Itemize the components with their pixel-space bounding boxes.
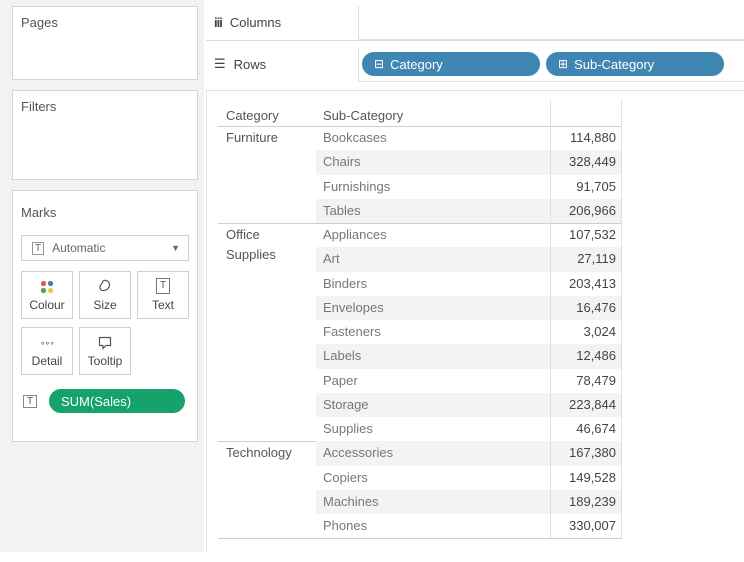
- sales-value-cell[interactable]: 114,880: [550, 130, 616, 145]
- sales-value-cell[interactable]: 78,479: [550, 373, 616, 388]
- mark-type-label: Automatic: [52, 241, 106, 255]
- mark-type-icon: T: [32, 241, 45, 255]
- sales-value-cell[interactable]: 3,024: [550, 324, 616, 339]
- detail-icon: ∘∘∘: [40, 338, 55, 348]
- collapse-icon: ⊟: [374, 57, 385, 71]
- sub-category-cell[interactable]: Labels: [323, 348, 361, 363]
- sales-value-cell[interactable]: 16,476: [550, 300, 616, 315]
- sales-value-cell[interactable]: 46,674: [550, 421, 616, 436]
- colour-icon: [40, 280, 54, 294]
- sub-category-cell[interactable]: Paper: [323, 373, 358, 388]
- size-label: Size: [93, 298, 117, 312]
- sub-category-cell[interactable]: Envelopes: [323, 300, 384, 315]
- size-button[interactable]: Size: [79, 271, 131, 319]
- sub-category-cell[interactable]: Copiers: [323, 470, 368, 485]
- table-bottom-line: [218, 538, 622, 540]
- sub-category-cell[interactable]: Appliances: [323, 227, 387, 242]
- filters-card[interactable]: Filters: [12, 90, 198, 180]
- sales-value-cell[interactable]: 107,532: [550, 227, 616, 242]
- expand-icon: ⊞: [558, 57, 569, 71]
- rows-shelf[interactable]: ☰ Rows: [214, 50, 354, 78]
- category-cell[interactable]: Furniture: [226, 130, 278, 145]
- sub-cell-bg: [316, 247, 550, 272]
- measure-text-icon: T: [23, 395, 38, 408]
- sub-category-cell[interactable]: Supplies: [323, 421, 373, 436]
- category-cell[interactable]: Supplies: [226, 247, 276, 262]
- tooltip-icon: [98, 336, 112, 350]
- sales-value-cell[interactable]: 167,380: [550, 445, 616, 460]
- sub-category-cell[interactable]: Bookcases: [323, 130, 387, 145]
- sub-category-cell[interactable]: Accessories: [323, 445, 393, 460]
- sum-sales-pill[interactable]: SUM(Sales): [49, 389, 185, 413]
- sales-value-cell[interactable]: 149,528: [550, 470, 616, 485]
- columns-icon: iii: [214, 14, 223, 30]
- sub-category-cell[interactable]: Storage: [323, 397, 369, 412]
- sub-category-cell[interactable]: Art: [323, 251, 340, 266]
- detail-label: Detail: [31, 354, 63, 368]
- text-label: Text: [151, 298, 174, 312]
- header-category[interactable]: Category: [226, 108, 279, 123]
- category-pill[interactable]: ⊟ Category: [362, 52, 540, 76]
- sub-category-cell[interactable]: Binders: [323, 276, 367, 291]
- sub-category-cell[interactable]: Machines: [323, 494, 379, 509]
- sub-category-cell[interactable]: Chairs: [323, 154, 361, 169]
- sub-category-cell[interactable]: Phones: [323, 518, 367, 533]
- sales-value-cell[interactable]: 27,119: [550, 251, 616, 266]
- chevron-down-icon: ▼: [171, 243, 180, 253]
- columns-label: Columns: [229, 14, 282, 30]
- category-cell[interactable]: Office: [226, 227, 260, 242]
- value-column-header: [550, 100, 622, 126]
- colour-label: Colour: [29, 298, 65, 312]
- sales-value-cell[interactable]: 223,844: [550, 397, 616, 412]
- columns-drop-area[interactable]: [358, 6, 744, 40]
- detail-button[interactable]: ∘∘∘ Detail: [21, 327, 73, 375]
- sub-category-pill[interactable]: ⊞ Sub-Category: [546, 52, 724, 76]
- marks-title: Marks: [21, 205, 57, 220]
- tooltip-label: Tooltip: [87, 354, 123, 368]
- text-button[interactable]: T Text: [137, 271, 189, 319]
- pages-card[interactable]: Pages: [12, 6, 198, 80]
- sub-category-cell[interactable]: Fasteners: [323, 324, 381, 339]
- shelf-divider: [206, 40, 744, 41]
- text-icon: T: [155, 278, 171, 294]
- sales-value-cell[interactable]: 328,449: [550, 154, 616, 169]
- sub-category-pill-label: Sub-Category: [574, 56, 655, 72]
- pages-title: Pages: [21, 15, 58, 30]
- marks-card: Marks T Automatic ▼ Colour Size T Text ∘…: [12, 190, 198, 442]
- colour-button[interactable]: Colour: [21, 271, 73, 319]
- mark-type-dropdown[interactable]: T Automatic ▼: [21, 235, 189, 261]
- sales-value-cell[interactable]: 330,007: [550, 518, 616, 533]
- tooltip-button[interactable]: Tooltip: [79, 327, 131, 375]
- sales-value-cell[interactable]: 12,486: [550, 348, 616, 363]
- rows-label: Rows: [233, 56, 267, 72]
- sales-value-cell[interactable]: 206,966: [550, 203, 616, 218]
- columns-shelf[interactable]: iii Columns: [214, 8, 354, 36]
- sales-value-cell[interactable]: 189,239: [550, 494, 616, 509]
- category-cell[interactable]: Technology: [226, 445, 292, 460]
- sales-value-cell[interactable]: 91,705: [550, 179, 616, 194]
- rows-icon: ☰: [214, 56, 226, 71]
- category-pill-label: Category: [390, 56, 443, 72]
- sub-category-cell[interactable]: Tables: [323, 203, 361, 218]
- sub-category-cell[interactable]: Furnishings: [323, 179, 390, 194]
- sales-value-cell[interactable]: 203,413: [550, 276, 616, 291]
- header-subcategory[interactable]: Sub-Category: [323, 108, 403, 123]
- size-icon: [99, 279, 111, 292]
- filters-title: Filters: [21, 99, 57, 114]
